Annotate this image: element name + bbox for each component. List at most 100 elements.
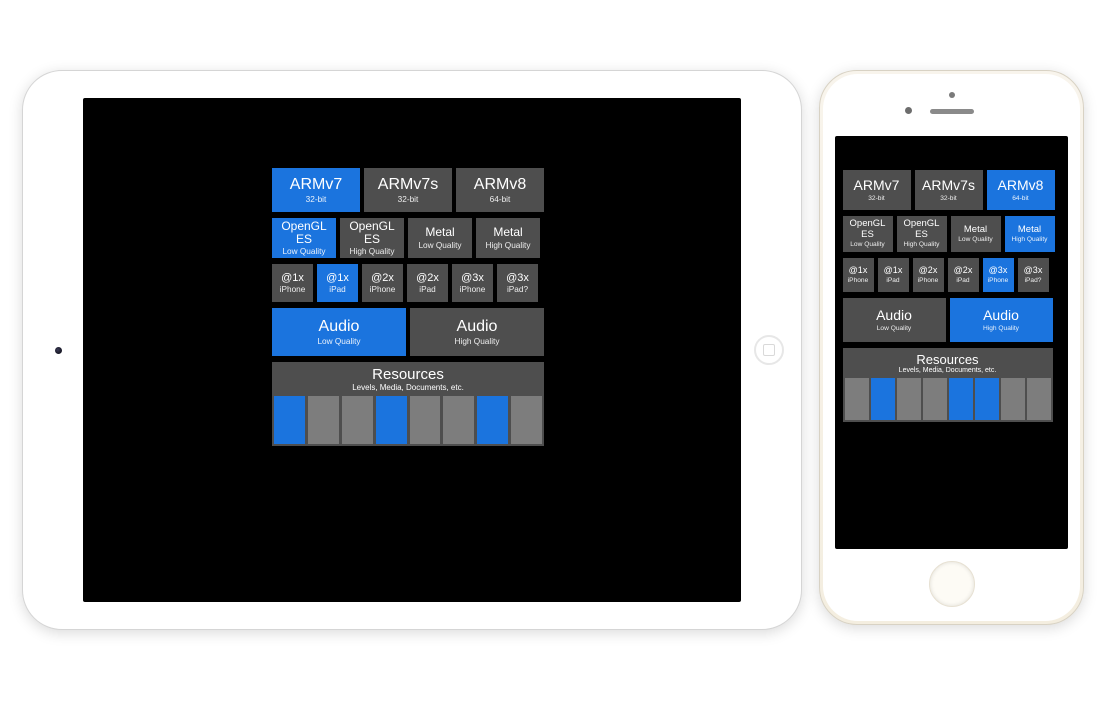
tile-sub: iPad?: [1025, 277, 1042, 284]
tile-audio-high[interactable]: Audio High Quality: [410, 308, 544, 356]
home-button-icon[interactable]: [929, 561, 975, 607]
camera-icon: [55, 347, 62, 354]
tile-sub: iPhone: [370, 285, 396, 294]
tile-3x-iphone[interactable]: @3x iPhone: [983, 258, 1014, 292]
tile-sub: High Quality: [904, 241, 940, 248]
tile-title: ARMv8: [474, 176, 526, 194]
resource-bar[interactable]: [308, 396, 339, 444]
resource-bar[interactable]: [871, 378, 895, 420]
tile-3x-ipad[interactable]: @3x iPad?: [497, 264, 538, 302]
tile-1x-ipad[interactable]: @1x iPad: [878, 258, 909, 292]
tile-sub: Low Quality: [317, 337, 360, 346]
tile-sub: High Quality: [455, 337, 500, 346]
tile-title: @1x: [281, 272, 304, 284]
tile-gl-high[interactable]: OpenGL ES High Quality: [897, 216, 947, 252]
tile-sub: 32-bit: [940, 195, 957, 202]
tile-1x-iphone[interactable]: @1x iPhone: [272, 264, 313, 302]
tile-1x-iphone[interactable]: @1x iPhone: [843, 258, 874, 292]
resource-bar[interactable]: [1001, 378, 1025, 420]
row-architecture: ARMv7 32-bit ARMv7s 32-bit ARMv8 64-bit: [272, 168, 552, 212]
ipad-device: ARMv7 32-bit ARMv7s 32-bit ARMv8 64-bit …: [22, 70, 802, 630]
tile-2x-iphone[interactable]: @2x iPhone: [913, 258, 944, 292]
resource-bar[interactable]: [274, 396, 305, 444]
tile-armv8[interactable]: ARMv8 64-bit: [987, 170, 1055, 210]
tile-sub: Low Quality: [850, 241, 884, 248]
tile-title: Audio: [876, 308, 912, 323]
resource-bar[interactable]: [410, 396, 441, 444]
resource-bar[interactable]: [923, 378, 947, 420]
tile-sub: High Quality: [486, 241, 531, 250]
resource-bar[interactable]: [477, 396, 508, 444]
tile-armv7s[interactable]: ARMv7s 32-bit: [364, 168, 452, 212]
tile-sub: 64-bit: [1012, 195, 1029, 202]
tile-2x-ipad[interactable]: @2x iPad: [948, 258, 979, 292]
tile-3x-iphone[interactable]: @3x iPhone: [452, 264, 493, 302]
tile-title: @3x: [1024, 266, 1043, 276]
tile-title: @2x: [371, 272, 394, 284]
tile-title: Metal: [425, 226, 454, 239]
resource-bar[interactable]: [845, 378, 869, 420]
resources-sub: Levels, Media, Documents, etc.: [899, 367, 997, 374]
tile-title: @2x: [416, 272, 439, 284]
tile-sub: iPad?: [507, 285, 528, 294]
tile-armv7s[interactable]: ARMv7s 32-bit: [915, 170, 983, 210]
resources-sub: Levels, Media, Documents, etc.: [352, 383, 464, 392]
resources-title: Resources: [916, 352, 978, 367]
sensor-icon: [949, 92, 955, 98]
tile-metal-low[interactable]: Metal Low Quality: [951, 216, 1001, 252]
resource-bar[interactable]: [1027, 378, 1051, 420]
tile-metal-high[interactable]: Metal High Quality: [1005, 216, 1055, 252]
row-audio: Audio Low Quality Audio High Quality: [843, 298, 1061, 342]
tile-audio-high[interactable]: Audio High Quality: [950, 298, 1053, 342]
resources-bars: [843, 378, 1053, 422]
tile-armv7[interactable]: ARMv7 32-bit: [843, 170, 911, 210]
row-scale: @1x iPhone @1x iPad @2x iPhone @2x iPad …: [272, 264, 552, 302]
tile-gl-low[interactable]: OpenGL ES Low Quality: [843, 216, 893, 252]
resource-bar[interactable]: [342, 396, 373, 444]
home-button-icon[interactable]: [754, 335, 784, 365]
tile-sub: 32-bit: [398, 195, 419, 204]
tile-title: Audio: [983, 308, 1019, 323]
resource-bar[interactable]: [376, 396, 407, 444]
iphone-device: ARMv7 32-bit ARMv7s 32-bit ARMv8 64-bit …: [819, 70, 1084, 625]
tile-title: OpenGL ES: [843, 219, 893, 240]
tile-1x-ipad[interactable]: @1x iPad: [317, 264, 358, 302]
tile-gl-high[interactable]: OpenGL ES High Quality: [340, 218, 404, 258]
tile-3x-ipad[interactable]: @3x iPad?: [1018, 258, 1049, 292]
tile-sub: iPhone: [988, 277, 1009, 284]
tile-2x-ipad[interactable]: @2x iPad: [407, 264, 448, 302]
tile-sub: Low Quality: [877, 325, 911, 332]
tile-sub: Low Quality: [282, 247, 325, 256]
resource-bar[interactable]: [949, 378, 973, 420]
row-scale: @1x iPhone @1x iPad @2x iPhone @2x iPad: [843, 258, 1061, 292]
iphone-inner: ARMv7 32-bit ARMv7s 32-bit ARMv8 64-bit …: [823, 74, 1080, 621]
tile-title: Audio: [457, 318, 498, 336]
resources-title: Resources: [372, 366, 444, 383]
resource-bar[interactable]: [975, 378, 999, 420]
tile-audio-low[interactable]: Audio Low Quality: [272, 308, 406, 356]
resource-bar[interactable]: [897, 378, 921, 420]
tile-title: OpenGL ES: [340, 220, 404, 246]
tile-armv8[interactable]: ARMv8 64-bit: [456, 168, 544, 212]
resource-bar[interactable]: [443, 396, 474, 444]
row-audio: Audio Low Quality Audio High Quality: [272, 308, 552, 356]
resources-header: Resources Levels, Media, Documents, etc.: [272, 362, 544, 396]
resource-bar[interactable]: [511, 396, 542, 444]
row-architecture: ARMv7 32-bit ARMv7s 32-bit ARMv8 64-bit: [843, 170, 1061, 210]
tile-gl-low[interactable]: OpenGL ES Low Quality: [272, 218, 336, 258]
speaker-icon: [930, 109, 974, 114]
tile-2x-iphone[interactable]: @2x iPhone: [362, 264, 403, 302]
tile-sub: High Quality: [350, 247, 395, 256]
tile-sub: iPhone: [918, 277, 939, 284]
tile-metal-low[interactable]: Metal Low Quality: [408, 218, 472, 258]
ipad-screen: ARMv7 32-bit ARMv7s 32-bit ARMv8 64-bit …: [83, 98, 741, 602]
tile-metal-high[interactable]: Metal High Quality: [476, 218, 540, 258]
ipad-asset-grid: ARMv7 32-bit ARMv7s 32-bit ARMv8 64-bit …: [272, 168, 552, 446]
tile-title: OpenGL ES: [272, 220, 336, 246]
tile-title: Metal: [493, 226, 522, 239]
tile-title: @1x: [326, 272, 349, 284]
row-graphics: OpenGL ES Low Quality OpenGL ES High Qua…: [843, 216, 1061, 252]
tile-title: Metal: [1018, 225, 1041, 235]
tile-audio-low[interactable]: Audio Low Quality: [843, 298, 946, 342]
tile-armv7[interactable]: ARMv7 32-bit: [272, 168, 360, 212]
